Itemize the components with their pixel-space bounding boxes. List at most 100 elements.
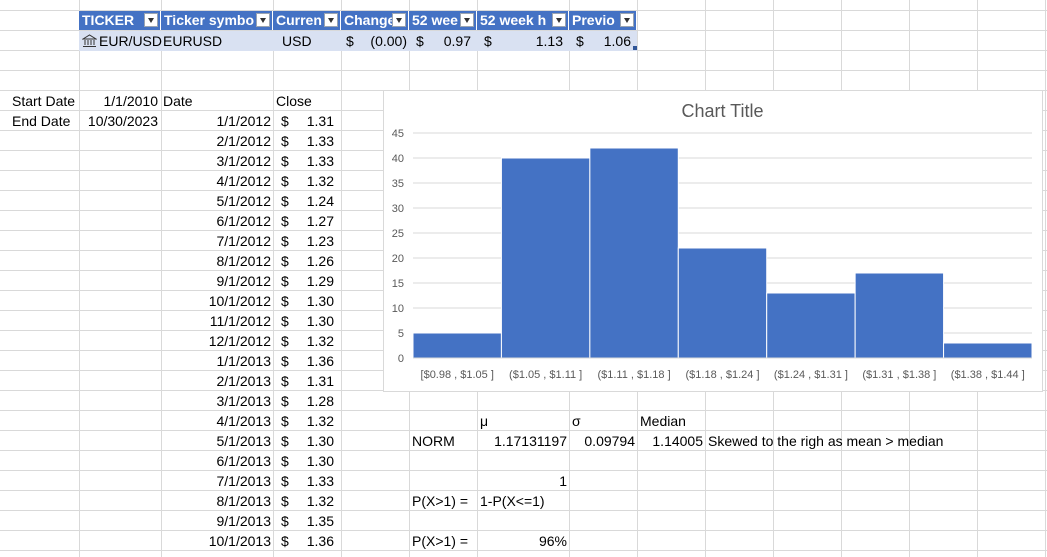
close-cell[interactable]: 1.24 (290, 191, 334, 211)
histogram-chart[interactable]: Chart Title 0 5 10 15 20 25 30 35 40 45 [$0.98 , $1… (383, 90, 1043, 392)
close-cell[interactable]: 1.36 (290, 531, 334, 551)
date-cell[interactable]: 8/1/2012 (161, 251, 272, 271)
date-cell[interactable]: 11/1/2012 (161, 311, 271, 331)
date-cell[interactable]: 7/1/2012 (161, 231, 272, 251)
date-cell[interactable]: 12/1/2012 (161, 331, 271, 351)
histogram-svg: Chart Title 0 5 10 15 20 25 30 35 40 45 [$0.98 , $1… (392, 101, 1033, 381)
x-category-label: ($1.18 , $1.24 ] (686, 369, 760, 381)
header-previous-close-label: Previo (572, 12, 615, 28)
date-cell[interactable]: 2/1/2012 (161, 131, 272, 151)
date-cell[interactable]: 1/1/2012 (161, 111, 272, 131)
median-value[interactable]: 1.14005 (637, 431, 703, 451)
header-ticker[interactable]: TICKER (79, 11, 161, 30)
filter-dropdown-icon[interactable] (620, 13, 634, 27)
histogram-bar (854, 272, 945, 359)
previous-close-cell[interactable]: 1.06 (586, 31, 631, 51)
filter-dropdown-icon[interactable] (256, 13, 270, 27)
filter-dropdown-icon[interactable] (460, 13, 474, 27)
close-currency-symbol: $ (281, 373, 289, 389)
median-label: Median (640, 413, 686, 429)
close-currency-symbol: $ (281, 393, 289, 409)
close-cell[interactable]: 1.32 (290, 331, 334, 351)
probability-formula[interactable]: 1-P(X<=1) (480, 491, 545, 511)
date-cell[interactable]: 10/1/2012 (161, 291, 271, 311)
close-currency-symbol: $ (281, 133, 289, 149)
filter-dropdown-icon[interactable] (144, 13, 158, 27)
date-cell[interactable]: 3/1/2013 (161, 391, 272, 411)
close-cell[interactable]: 1.33 (290, 151, 334, 171)
ticker-cell[interactable]: EUR/USD (99, 31, 162, 51)
close-currency-symbol: $ (281, 153, 289, 169)
header-ticker-symbol[interactable]: Ticker symbo (161, 11, 273, 30)
date-cell[interactable]: 4/1/2012 (161, 171, 272, 191)
header-change[interactable]: Change (341, 11, 409, 30)
date-cell[interactable]: 10/1/2013 (161, 531, 271, 551)
header-currency[interactable]: Curren (273, 11, 341, 30)
threshold-value[interactable]: 1 (477, 471, 567, 491)
close-cell[interactable]: 1.26 (290, 251, 334, 271)
close-cell[interactable]: 1.33 (290, 131, 334, 151)
symbol-cell[interactable]: EURUSD (163, 31, 222, 51)
close-currency-symbol: $ (281, 193, 289, 209)
close-currency-symbol: $ (281, 333, 289, 349)
close-cell[interactable]: 1.23 (290, 231, 334, 251)
currency-cell[interactable]: USD (282, 31, 312, 51)
close-cell[interactable]: 1.33 (290, 471, 334, 491)
date-cell[interactable]: 6/1/2012 (161, 211, 272, 231)
skew-note[interactable]: Skewed to the righ as mean > median (708, 431, 943, 451)
date-cell[interactable]: 9/1/2012 (161, 271, 272, 291)
mu-value[interactable]: 1.17131197 (477, 431, 567, 451)
start-date-value[interactable]: 1/1/2010 (80, 91, 159, 111)
y-tick-label: 5 (398, 328, 404, 340)
filter-dropdown-icon[interactable] (552, 13, 566, 27)
close-cell[interactable]: 1.32 (290, 171, 334, 191)
x-category-label: [$0.98 , $1.05 ] (421, 369, 494, 381)
x-category-label: ($1.31 , $1.38 ] (862, 369, 936, 381)
header-change-label: Change (344, 12, 396, 28)
header-52-week-low[interactable]: 52 wee (409, 11, 477, 30)
filter-dropdown-icon[interactable] (324, 13, 338, 27)
close-cell[interactable]: 1.30 (290, 311, 334, 331)
close-cell[interactable]: 1.32 (290, 491, 334, 511)
close-cell[interactable]: 1.30 (290, 291, 334, 311)
close-cell[interactable]: 1.32 (290, 411, 334, 431)
close-currency-symbol: $ (281, 273, 289, 289)
x-category-label: ($1.38 , $1.44 ] (951, 369, 1025, 381)
close-cell[interactable]: 1.28 (290, 391, 334, 411)
close-column-header: Close (276, 93, 312, 109)
probability-value[interactable]: 96% (477, 531, 567, 551)
norm-label: NORM (412, 433, 455, 449)
close-cell[interactable]: 1.27 (290, 211, 334, 231)
close-currency-symbol: $ (281, 493, 289, 509)
table-resize-handle[interactable] (633, 46, 637, 50)
sigma-value[interactable]: 0.09794 (569, 431, 635, 451)
date-cell[interactable]: 9/1/2013 (161, 511, 272, 531)
change-cell[interactable]: (0.00) (358, 31, 407, 51)
52-week-low-cell[interactable]: 0.97 (426, 31, 471, 51)
filter-dropdown-icon[interactable] (392, 13, 406, 27)
close-cell[interactable]: 1.30 (290, 431, 334, 451)
date-cell[interactable]: 8/1/2013 (161, 491, 272, 511)
close-cell[interactable]: 1.31 (290, 111, 334, 131)
52-week-high-cell[interactable]: 1.13 (494, 31, 563, 51)
date-cell[interactable]: 3/1/2012 (161, 151, 272, 171)
date-cell[interactable]: 7/1/2013 (161, 471, 272, 491)
close-cell[interactable]: 1.30 (290, 451, 334, 471)
date-cell[interactable]: 5/1/2013 (161, 431, 272, 451)
close-cell[interactable]: 1.35 (290, 511, 334, 531)
date-cell[interactable]: 5/1/2012 (161, 191, 272, 211)
date-cell[interactable]: 2/1/2013 (161, 371, 272, 391)
end-date-value[interactable]: 10/30/2023 (80, 111, 158, 131)
header-52-week-high-label: 52 week h (480, 12, 547, 28)
header-previous-close[interactable]: Previo (569, 11, 637, 30)
y-tick-label: 45 (392, 128, 404, 140)
date-cell[interactable]: 6/1/2013 (161, 451, 272, 471)
header-52-week-high[interactable]: 52 week h (477, 11, 569, 30)
date-cell[interactable]: 4/1/2013 (161, 411, 272, 431)
date-cell[interactable]: 1/1/2013 (161, 351, 272, 371)
close-cell[interactable]: 1.36 (290, 351, 334, 371)
close-cell[interactable]: 1.29 (290, 271, 334, 291)
close-cell[interactable]: 1.31 (290, 371, 334, 391)
y-tick-label: 15 (392, 278, 404, 290)
close-currency-symbol: $ (281, 293, 289, 309)
